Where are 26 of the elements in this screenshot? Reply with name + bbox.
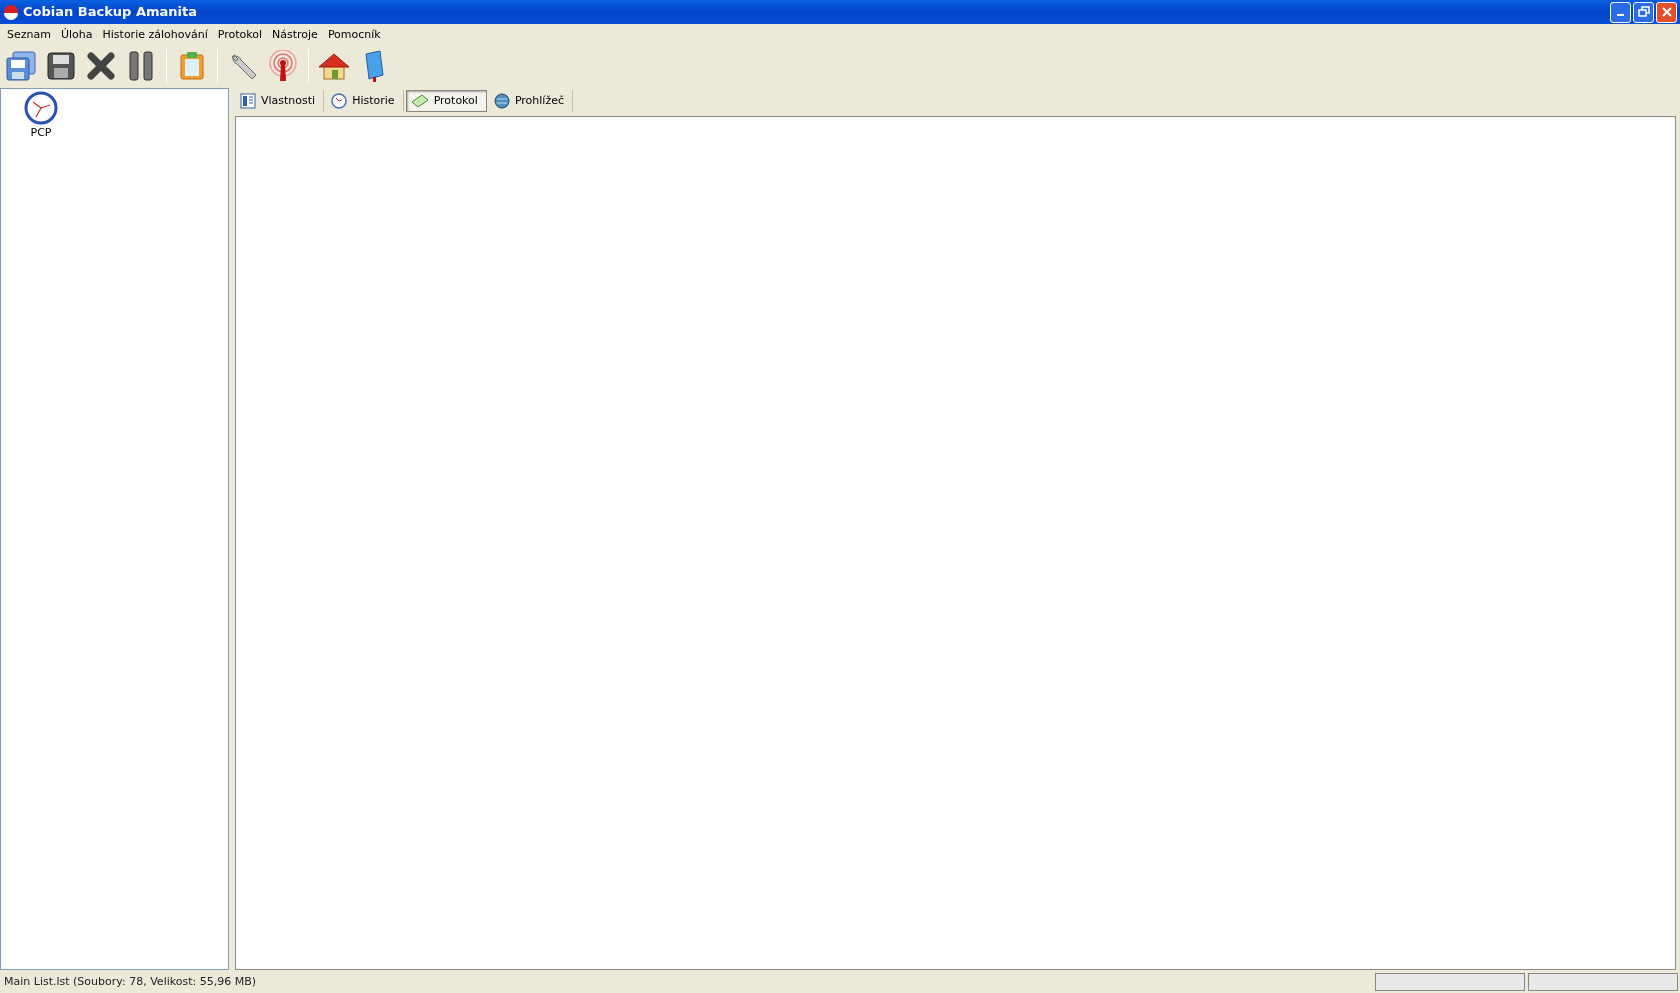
backup-list-item[interactable]: PCP	[11, 91, 71, 142]
minimize-icon	[1617, 14, 1624, 16]
minimize-button[interactable]	[1610, 1, 1631, 23]
window-title: Cobian Backup Amanita	[23, 3, 197, 22]
restore-button[interactable]	[1633, 1, 1654, 23]
app-icon	[3, 4, 19, 20]
close-icon	[1660, 6, 1673, 18]
floppy-disks-icon[interactable]	[3, 48, 39, 84]
menu-item[interactable]: Nástroje	[267, 26, 323, 44]
restore-icon	[1637, 6, 1650, 18]
clock-icon	[331, 93, 348, 109]
banknote-icon	[410, 93, 429, 109]
menu-item[interactable]: Úloha	[55, 26, 98, 44]
menu-item[interactable]: Pomocník	[322, 26, 386, 44]
properties-tab[interactable]: Vlastnosti	[235, 89, 325, 113]
status-text: Main List.lst (Soubory: 78, Velikost: 55,96 MB)	[3, 973, 257, 990]
log-tab[interactable]: Protokol	[405, 89, 487, 113]
history-tab[interactable]: Historie	[326, 89, 404, 113]
menu-item[interactable]: Historie zálohování	[97, 26, 213, 44]
menu-item[interactable]: Seznam	[2, 26, 56, 44]
properties-icon	[240, 93, 256, 109]
browser-tab[interactable]: Prohlížeč	[488, 89, 573, 113]
close-button[interactable]	[1656, 1, 1677, 23]
clock-icon	[24, 91, 58, 125]
menu-item[interactable]: Protokol	[212, 26, 267, 44]
globe-icon	[493, 93, 510, 109]
